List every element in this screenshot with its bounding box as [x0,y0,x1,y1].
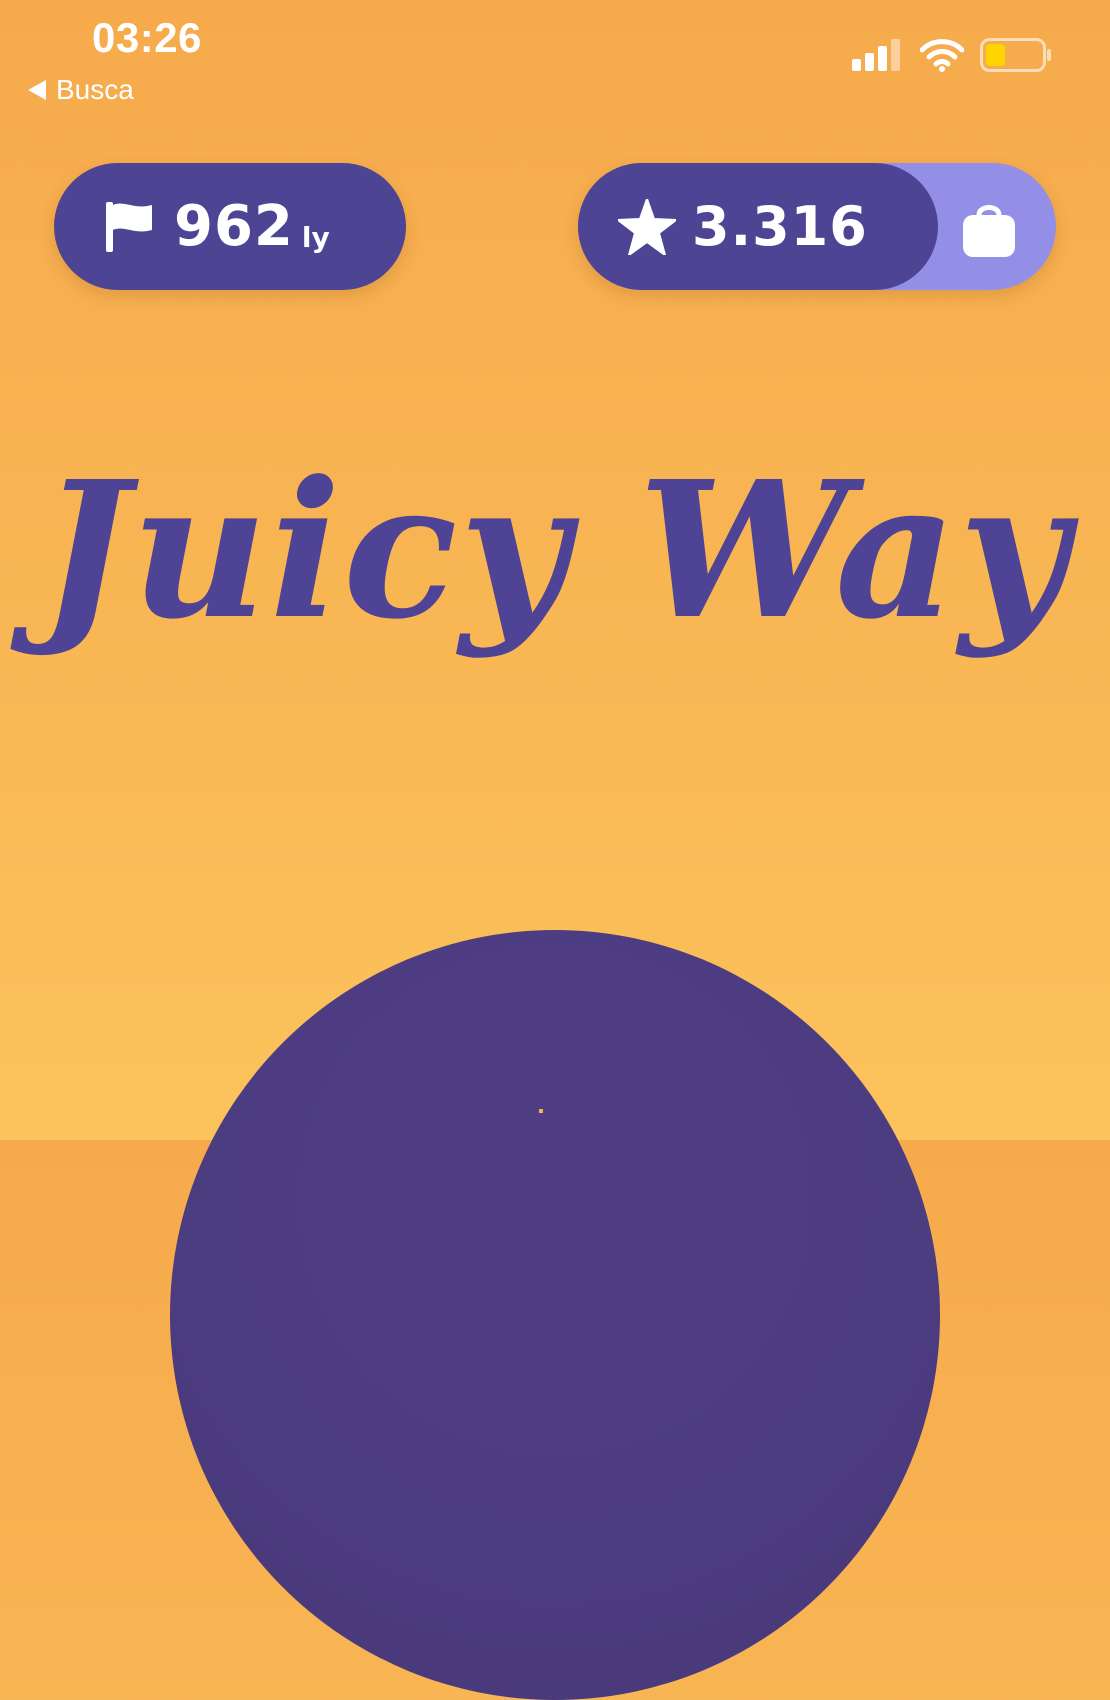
battery-icon [980,38,1051,72]
planet[interactable] [170,930,940,1700]
status-time: 03:26 [92,14,202,61]
stars-value: 3.316 [692,195,868,258]
distance-value: 962 [174,194,294,259]
star-icon [618,198,676,255]
signal-icon [852,39,900,71]
status-icons [852,38,1052,72]
planet-speck [539,1109,543,1113]
flag-icon [106,201,152,252]
back-to-search-button[interactable]: Busca [28,74,134,106]
wifi-icon [920,39,964,72]
game-title: Juicy Way [39,440,1071,661]
distance-counter: 962 ly [54,163,406,290]
back-label: Busca [56,74,134,105]
distance-unit: ly [301,221,330,254]
stars-display: 3.316 [578,163,938,290]
shopping-bag-icon[interactable] [961,201,1017,257]
back-triangle-icon [28,80,46,100]
stars-counter: 3.316 [578,163,1056,290]
